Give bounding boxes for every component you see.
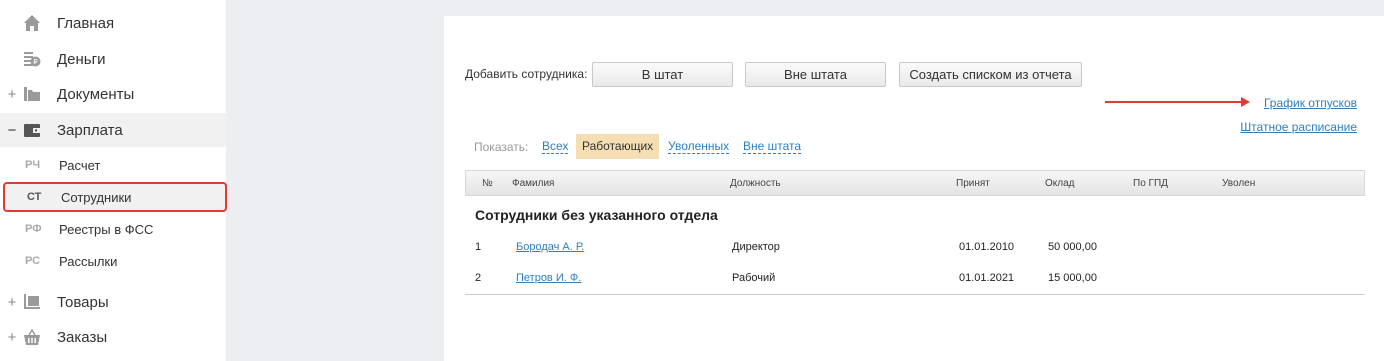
sidebar-item-documents[interactable]: + Документы bbox=[0, 77, 226, 111]
sidebar-subitem-label: Расчет bbox=[59, 157, 101, 173]
row-2-position: Рабочий bbox=[732, 272, 776, 284]
staff-schedule-link[interactable]: Штатное расписание bbox=[1240, 120, 1357, 134]
filter-dismissed[interactable]: Уволенных bbox=[668, 134, 730, 159]
sidebar-item-label: Деньги bbox=[57, 50, 106, 68]
filter-working-label: Работающих bbox=[582, 139, 654, 153]
sidebar-subitem-label: Рассылки bbox=[59, 253, 118, 269]
row-2-name-link[interactable]: Петров И. Ф. bbox=[516, 272, 581, 284]
sidebar-subitem-abbr: СТ bbox=[27, 191, 42, 203]
row-2-num: 2 bbox=[475, 272, 482, 284]
cart-icon bbox=[24, 294, 40, 309]
sidebar-subitem-abbr: РС bbox=[25, 255, 41, 267]
row-1-hired: 01.01.2010 bbox=[959, 241, 1015, 253]
vacation-schedule-link[interactable]: График отпусков bbox=[1264, 96, 1357, 110]
sidebar-subitem-abbr: РФ bbox=[25, 223, 42, 235]
filter-out-staff[interactable]: Вне штата bbox=[743, 134, 802, 159]
collapse-icon[interactable]: − bbox=[7, 122, 17, 139]
basket-icon bbox=[24, 328, 40, 345]
expand-icon[interactable]: + bbox=[7, 86, 17, 103]
row-1-name-link[interactable]: Бородач А. Р. bbox=[516, 241, 584, 253]
filter-out-staff-label: Вне штата bbox=[743, 139, 802, 154]
expand-icon[interactable]: + bbox=[7, 329, 17, 346]
column-header-gpd[interactable]: По ГПД bbox=[1133, 178, 1168, 189]
sidebar-subitem-label: Сотрудники bbox=[61, 189, 132, 205]
filter-all-label: Всех bbox=[542, 139, 569, 154]
column-header-hired[interactable]: Принят bbox=[956, 178, 990, 189]
sidebar-item-salary[interactable]: − Зарплата bbox=[0, 113, 226, 147]
filter-label: Показать: bbox=[474, 140, 529, 154]
filter-working[interactable]: Работающих bbox=[576, 134, 660, 159]
row-2-hired: 01.01.2021 bbox=[959, 272, 1015, 284]
column-header-surname[interactable]: Фамилия bbox=[512, 178, 554, 189]
sidebar-item-label: Главная bbox=[57, 14, 115, 32]
sidebar-subitem-abbr: РЧ bbox=[25, 159, 41, 171]
sidebar-item-orders[interactable]: + Заказы bbox=[0, 320, 226, 354]
sidebar-item-label: Зарплата bbox=[57, 121, 123, 139]
add-employee-label: Добавить сотрудника: bbox=[465, 67, 588, 81]
sidebar-subitem-employees[interactable]: СТ Сотрудники bbox=[3, 182, 227, 212]
table-bottom-divider bbox=[465, 294, 1365, 295]
sidebar-item-label: Товары bbox=[57, 293, 109, 311]
add-out-staff-button[interactable]: Вне штата bbox=[745, 62, 886, 87]
sidebar-subitem-fss-registers[interactable]: РФ Реестры в ФСС bbox=[0, 214, 226, 244]
expand-icon[interactable]: + bbox=[7, 294, 17, 311]
column-header-num[interactable]: № bbox=[482, 178, 493, 189]
filter-all[interactable]: Всех bbox=[542, 134, 569, 159]
sidebar-subitem-mailings[interactable]: РС Рассылки bbox=[0, 246, 226, 276]
create-from-report-button[interactable]: Создать списком из отчета bbox=[899, 62, 1082, 87]
annotation-arrow bbox=[1105, 101, 1245, 103]
row-1-salary: 50 000,00 bbox=[1048, 241, 1097, 253]
wallet-icon bbox=[24, 124, 40, 137]
row-2-salary: 15 000,00 bbox=[1048, 272, 1097, 284]
column-header-position[interactable]: Должность bbox=[730, 178, 781, 189]
group-title: Сотрудники без указанного отдела bbox=[475, 207, 718, 223]
sidebar-item-money[interactable]: ₽ Деньги bbox=[0, 42, 226, 76]
annotation-arrow-head bbox=[1241, 97, 1250, 107]
sidebar-item-label: Заказы bbox=[57, 328, 108, 346]
sidebar-item-goods[interactable]: + Товары bbox=[0, 285, 226, 319]
table-header: № Фамилия Должность Принят Оклад По ГПД … bbox=[465, 170, 1365, 196]
sidebar-item-label: Документы bbox=[57, 85, 135, 103]
column-header-dismissed[interactable]: Уволен bbox=[1222, 178, 1255, 189]
filter-dismissed-label: Уволенных bbox=[668, 139, 730, 154]
sidebar: Главная ₽ Деньги + Документы − Зарплата … bbox=[0, 0, 227, 361]
row-1-position: Директор bbox=[732, 241, 780, 253]
add-in-staff-button[interactable]: В штат bbox=[592, 62, 733, 87]
home-icon bbox=[24, 15, 40, 31]
sidebar-item-home[interactable]: Главная bbox=[0, 6, 226, 40]
column-header-salary[interactable]: Оклад bbox=[1045, 178, 1075, 189]
sidebar-subitem-calc[interactable]: РЧ Расчет bbox=[0, 150, 226, 180]
sidebar-subitem-label: Реестры в ФСС bbox=[59, 221, 154, 237]
folder-icon bbox=[24, 87, 40, 101]
svg-text:₽: ₽ bbox=[33, 58, 38, 66]
money-icon: ₽ bbox=[24, 52, 41, 67]
row-1-num: 1 bbox=[475, 241, 482, 253]
